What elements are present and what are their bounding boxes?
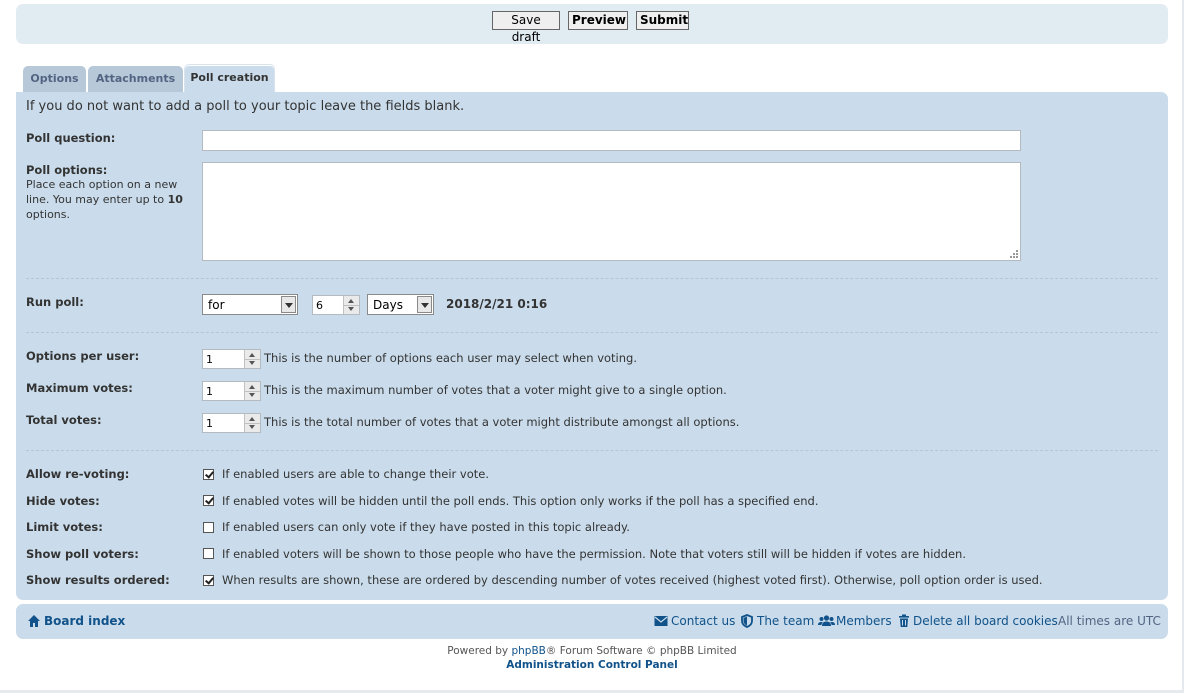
hide-votes-checkbox[interactable] xyxy=(203,495,214,506)
hide-votes-text: If enabled votes will be hidden until th… xyxy=(222,494,819,508)
show-poll-voters-text: If enabled voters will be shown to those… xyxy=(222,547,967,561)
acp-link[interactable]: Administration Control Panel xyxy=(0,659,1184,671)
users-icon xyxy=(818,615,835,626)
phpbb-link[interactable]: phpBB xyxy=(511,645,545,657)
max-votes-value: 1 xyxy=(206,385,213,398)
resize-grip-icon[interactable] xyxy=(1008,248,1019,259)
show-results-ordered-checkbox[interactable] xyxy=(203,575,214,586)
options-per-user-explain: This is the number of options each user … xyxy=(264,351,637,365)
powered-by: Powered by phpBB® Forum Software © phpBB… xyxy=(0,645,1184,657)
members-link[interactable]: Members xyxy=(836,614,892,628)
max-votes-label: Maximum votes: xyxy=(26,381,133,395)
poll-options-help-tail: options. xyxy=(26,208,71,221)
page: Save draft Preview Submit Options Attach… xyxy=(0,0,1184,693)
total-votes-stepper[interactable]: 1 xyxy=(202,413,261,433)
limit-votes-label: Limit votes: xyxy=(26,520,103,534)
hide-votes-label: Hide votes: xyxy=(26,494,100,508)
preview-button[interactable]: Preview xyxy=(568,11,628,30)
powered-by-tail: ® Forum Software © phpBB Limited xyxy=(545,645,737,657)
run-poll-label: Run poll: xyxy=(26,295,84,309)
chevron-down-icon xyxy=(281,296,296,313)
limit-votes-checkbox[interactable] xyxy=(203,522,214,533)
show-results-ordered-label: Show results ordered: xyxy=(26,573,170,587)
tab-options[interactable]: Options xyxy=(23,66,86,92)
tab-attachments[interactable]: Attachments xyxy=(88,66,183,92)
the-team-link[interactable]: The team xyxy=(757,614,814,628)
tab-poll-creation[interactable]: Poll creation xyxy=(184,64,275,93)
options-per-user-label: Options per user: xyxy=(26,349,140,363)
run-mode-select[interactable]: for xyxy=(202,294,298,315)
options-per-user-stepper[interactable]: 1 xyxy=(202,349,261,369)
max-votes-stepper[interactable]: 1 xyxy=(202,381,261,401)
poll-intro: If you do not want to add a poll to your… xyxy=(26,99,465,114)
poll-options-textarea[interactable] xyxy=(202,162,1021,261)
run-length-value: 6 xyxy=(316,299,323,312)
shield-icon xyxy=(741,614,753,628)
limit-votes-text: If enabled users can only vote if they h… xyxy=(222,520,630,534)
max-votes-explain: This is the maximum number of votes that… xyxy=(264,383,727,397)
allow-revoting-checkbox[interactable] xyxy=(203,469,214,480)
run-unit-value: Days xyxy=(373,298,403,312)
envelope-icon xyxy=(654,616,668,626)
poll-options-label: Poll options: xyxy=(26,163,108,177)
run-unit-select[interactable]: Days xyxy=(367,294,434,315)
board-index-link[interactable]: Board index xyxy=(44,614,125,628)
poll-options-max: 10 xyxy=(167,193,183,206)
powered-by-text: Powered by xyxy=(447,645,509,657)
divider xyxy=(26,450,1158,451)
divider xyxy=(26,278,1158,279)
contact-us-link[interactable]: Contact us xyxy=(671,614,735,628)
show-poll-voters-checkbox[interactable] xyxy=(203,548,214,559)
total-votes-label: Total votes: xyxy=(26,413,102,427)
home-icon xyxy=(28,615,40,627)
options-per-user-value: 1 xyxy=(206,353,213,366)
run-length-stepper[interactable]: 6 xyxy=(312,295,360,315)
chevron-down-icon xyxy=(417,296,432,313)
poll-options-help: Place each option on a new line. You may… xyxy=(26,177,201,222)
save-draft-button[interactable]: Save draft xyxy=(492,11,560,44)
poll-question-input[interactable] xyxy=(202,130,1021,151)
timezone-text: All times are UTC xyxy=(1058,614,1161,628)
total-votes-value: 1 xyxy=(206,417,213,430)
poll-end-date: 2018/2/21 0:16 xyxy=(446,297,548,311)
total-votes-explain: This is the total number of votes that a… xyxy=(264,415,740,429)
submit-button[interactable]: Submit xyxy=(636,11,689,30)
allow-revoting-label: Allow re-voting: xyxy=(26,467,130,481)
show-results-ordered-text: When results are shown, these are ordere… xyxy=(222,573,1043,587)
run-mode-value: for xyxy=(208,298,225,312)
poll-options-help-text: Place each option on a new line. You may… xyxy=(26,178,178,206)
divider xyxy=(26,332,1158,333)
show-poll-voters-label: Show poll voters: xyxy=(26,547,139,561)
poll-question-label: Poll question: xyxy=(26,131,116,145)
trash-icon xyxy=(899,614,909,627)
delete-cookies-link[interactable]: Delete all board cookies xyxy=(913,614,1058,628)
allow-revoting-text: If enabled users are able to change thei… xyxy=(222,467,489,481)
